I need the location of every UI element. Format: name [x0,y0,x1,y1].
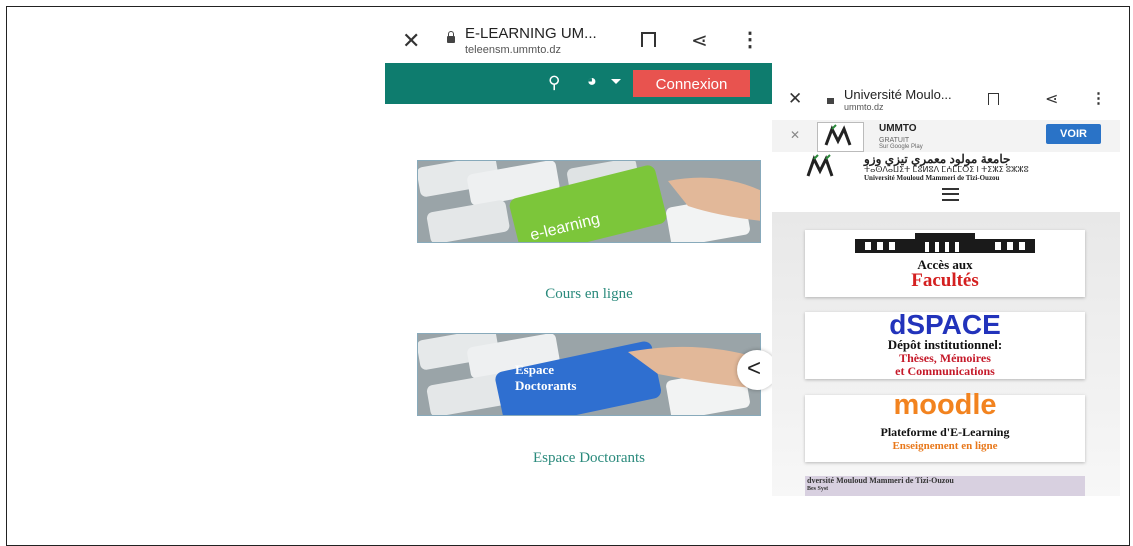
card-label-cours[interactable]: Cours en ligne [417,286,761,303]
faculties-banner[interactable]: Accès aux Facultés [805,230,1085,297]
more-vert-icon[interactable]: ⋮ [1091,89,1106,107]
course-card-image[interactable]: e-learning [417,160,761,243]
app-price: GRATUIT [879,137,910,144]
browser-toolbar: ✕ Université Moulo... ummto.dz ⋖ ⋮ [772,78,1120,120]
bookmark-icon[interactable] [641,32,656,47]
app-store: Sur Google Play [879,144,923,150]
dspace-banner[interactable]: dSPACE Dépôt institutionnel: Thèses, Mém… [805,309,1085,379]
university-header: جامعة مولود معمري تيزي وزو ⵜⴰⵙⴷⴰⵡⵉⵜ ⵎⵓⵍⵓ… [772,152,1120,212]
hamburger-menu-icon[interactable] [942,188,959,201]
app-install-banner: ✕ UMMTO GRATUIT Sur Google Play VOIR [772,120,1120,152]
globe-icon[interactable]: ◕ [587,73,597,91]
voir-button[interactable]: VOIR [1046,124,1101,144]
ummto-phone: ✕ Université Moulo... ummto.dz ⋖ ⋮ ✕ UMM… [772,78,1120,496]
share-icon[interactable]: ⋖ [691,28,708,53]
university-name-arabic: جامعة مولود معمري تيزي وزو [864,152,1011,166]
building-icon [855,233,1035,253]
bookmark-icon[interactable] [988,93,999,105]
university-name-tifinagh: ⵜⴰⵙⴷⴰⵡⵉⵜ ⵎⵓⵍⵓⴷ ⵎⵄⵎⵎⵔⵉ ⵏ ⵜⵉⵣⵉ ⵓⵣⵣⵓ [864,165,1029,174]
lock-icon [447,31,455,43]
close-icon[interactable]: ✕ [788,89,802,109]
login-button[interactable]: Connexion [633,70,750,97]
chevron-left-icon: < [747,355,762,382]
url-text[interactable]: ummto.dz [844,102,884,112]
browser-toolbar: ✕ E-LEARNING UM... teleensm.ummto.dz ⋖ ⋮ [385,14,772,62]
banner-line-2: Enseignement en ligne [892,440,998,452]
close-icon[interactable]: ✕ [790,128,800,142]
chevron-down-icon[interactable] [611,79,621,84]
card-image-text-2: Doctorants [515,378,576,393]
tab-title: Université Moulo... [844,87,952,102]
site-navbar: ⚲ ◕ Connexion [385,63,772,104]
carousel-prev-button[interactable]: < [737,350,772,390]
card-image-text-1: Espace [515,362,554,377]
partial-banner-line-1: dversité Mouloud Mammeri de Tizi-Ouzou [807,476,954,485]
close-icon[interactable]: ✕ [402,28,420,54]
more-vert-icon[interactable]: ⋮ [740,27,760,52]
url-text[interactable]: teleensm.ummto.dz [465,44,561,56]
university-logo[interactable] [802,154,844,180]
university-name-french: Université Mouloud Mammeri de Tizi-Ouzou [864,174,1000,182]
doctorants-card-image[interactable]: Espace Doctorants [417,333,761,416]
share-icon[interactable]: ⋖ [1045,89,1058,109]
lock-icon [827,98,834,104]
partial-banner[interactable]: dversité Mouloud Mammeri de Tizi-Ouzou B… [805,476,1085,496]
moodle-banner[interactable]: moodle Plateforme d'E-Learning Enseignem… [805,389,1085,462]
app-name: UMMTO [879,123,917,134]
card-label-doctorants[interactable]: Espace Doctorants [417,450,761,467]
partial-banner-line-2: Bes Syst [807,486,829,492]
banner-line-3: et Communications [895,364,995,378]
elearning-phone: ✕ E-LEARNING UM... teleensm.ummto.dz ⋖ ⋮… [385,14,772,533]
search-icon[interactable]: ⚲ [548,73,560,93]
moodle-title: moodle [893,389,997,421]
banner-line-1: Plateforme d'E-Learning [880,425,1010,439]
banner-line-2: Facultés [911,270,979,291]
app-logo [817,122,864,152]
tab-title: E-LEARNING UM... [465,25,597,42]
